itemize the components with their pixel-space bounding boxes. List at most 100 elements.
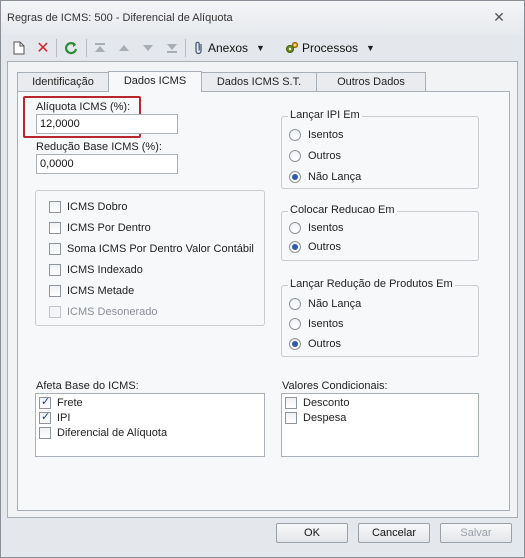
icms-dobro-label: ICMS Dobro [67,201,128,213]
radio-button[interactable] [289,318,301,330]
processos-label: Processos [302,41,359,55]
icms-dobro-checkbox[interactable] [49,201,61,213]
icms-indexado-label: ICMS Indexado [67,264,143,276]
icms-por-dentro-checkbox-row[interactable]: ICMS Por Dentro [49,222,151,234]
frete-label: Frete [57,397,83,409]
tab-dados-icms-st[interactable]: Dados ICMS S.T. [201,72,317,92]
lancar-ipi-option-outros[interactable]: Outros [289,150,341,162]
anexos-label: Anexos [208,41,249,55]
window-title: Regras de ICMS: 500 - Diferencial de Alí… [7,12,233,24]
paperclip-icon [195,41,202,55]
lancar-ipi-title: Lançar IPI Em [288,109,362,121]
valores-item-desconto[interactable]: Desconto [285,397,349,409]
afeta-base-item-ipi[interactable]: IPI [39,410,71,424]
radio-button-selected[interactable] [289,241,301,253]
icms-metade-label: ICMS Metade [67,285,135,297]
icms-por-dentro-checkbox[interactable] [49,222,61,234]
lancar-reducao-option-isentos[interactable]: Isentos [289,318,343,330]
ipi-label: IPI [57,412,71,424]
gears-icon [286,41,299,53]
radio-button[interactable] [289,129,301,141]
toolbar: ✕ Anexos ▼ Processos ▼ [7,36,518,60]
lancar-ipi-option-isentos[interactable]: Isentos [289,129,343,141]
lancar-ipi-option-nao-lanca[interactable]: Não Lança [289,171,361,183]
radio-button-selected[interactable] [289,338,301,350]
aliquota-label: Alíquota ICMS (%): [36,101,131,113]
valores-condicionais-title: Valores Condicionais: [282,380,388,392]
delete-x-icon[interactable]: ✕ [35,38,51,58]
aliquota-icms-input[interactable] [36,114,178,134]
afeta-base-item-diferencial[interactable]: Diferencial de Alíquota [39,427,167,439]
frete-checkbox[interactable] [39,395,51,409]
valores-condicionais-list[interactable]: Desconto Despesa [281,393,479,457]
main-panel: Identificação Dados ICMS Dados ICMS S.T.… [7,61,518,518]
diferencial-label: Diferencial de Alíquota [57,427,168,439]
diferencial-checkbox[interactable] [39,427,51,439]
soma-icms-checkbox-row[interactable]: Soma ICMS Por Dentro Valor Contábil [49,243,254,255]
last-record-icon[interactable] [164,38,180,58]
tab-outros-dados[interactable]: Outros Dados [316,72,426,92]
valores-item-despesa[interactable]: Despesa [285,412,346,424]
icms-metade-checkbox-row[interactable]: ICMS Metade [49,285,134,297]
toolbar-separator [56,39,57,57]
lancar-reducao-option-nao-lanca[interactable]: Não Lança [289,298,361,310]
next-record-icon[interactable] [140,38,156,58]
ok-button[interactable]: OK [276,523,348,543]
icms-indexado-checkbox-row[interactable]: ICMS Indexado [49,264,143,276]
chevron-down-icon: ▼ [366,43,375,53]
afeta-base-item-frete[interactable]: Frete [39,395,83,409]
colocar-reducao-option-outros[interactable]: Outros [289,241,341,253]
radio-button[interactable] [289,298,301,310]
anexos-menu-button[interactable]: Anexos ▼ [193,38,277,58]
radio-button[interactable] [289,222,301,234]
option-label: Isentos [308,222,344,234]
toolbar-separator [185,39,186,57]
colocar-reducao-group: Colocar Reducao Em Isentos Outros [281,204,479,261]
icms-dobro-checkbox-row[interactable]: ICMS Dobro [49,201,128,213]
reducao-base-input[interactable] [36,154,178,174]
option-label: Isentos [308,129,344,141]
icms-indexado-checkbox[interactable] [49,264,61,276]
save-button: Salvar [440,523,512,543]
icms-desonerado-checkbox [49,306,61,318]
title-bar: Regras de ICMS: 500 - Diferencial de Alí… [1,1,524,35]
afeta-base-list[interactable]: Frete IPI Diferencial de Alíquota [35,393,265,457]
tab-dados-icms[interactable]: Dados ICMS [108,71,202,92]
processos-menu-button[interactable]: Processos ▼ [285,38,385,58]
dialog-window: Regras de ICMS: 500 - Diferencial de Alí… [0,0,525,558]
lancar-reducao-option-outros[interactable]: Outros [289,338,341,350]
reducao-base-label: Redução Base ICMS (%): [36,141,162,153]
icms-metade-checkbox[interactable] [49,285,61,297]
option-label: Outros [308,241,342,253]
radio-button[interactable] [289,150,301,162]
new-document-icon[interactable] [11,38,27,58]
lancar-reducao-produtos-title: Lançar Redução de Produtos Em [288,278,455,290]
cancel-button[interactable]: Cancelar [358,523,430,543]
lancar-reducao-produtos-group: Lançar Redução de Produtos Em Não Lança … [281,278,479,357]
despesa-label: Despesa [303,412,347,424]
tab-bar: Identificação Dados ICMS Dados ICMS S.T.… [17,71,426,92]
icms-desonerado-label: ICMS Desonerado [67,306,158,318]
previous-record-icon[interactable] [116,38,132,58]
tab-identificacao[interactable]: Identificação [17,72,109,92]
close-icon[interactable]: ✕ [492,10,506,24]
icms-options-group: ICMS Dobro ICMS Por Dentro Soma ICMS Por… [35,190,265,326]
first-record-icon[interactable] [92,38,108,58]
afeta-base-title: Afeta Base do ICMS: [36,380,139,392]
tab-page-dados-icms: Alíquota ICMS (%): Redução Base ICMS (%)… [17,91,510,511]
soma-icms-label: Soma ICMS Por Dentro Valor Contábil [67,243,254,255]
colocar-reducao-title: Colocar Reducao Em [288,204,397,216]
desconto-label: Desconto [303,397,350,409]
despesa-checkbox[interactable] [285,412,297,424]
colocar-reducao-option-isentos[interactable]: Isentos [289,222,343,234]
option-label: Não Lança [308,171,362,183]
ipi-checkbox[interactable] [39,410,51,424]
option-label: Outros [308,338,342,350]
chevron-down-icon: ▼ [256,43,265,53]
lancar-ipi-group: Lançar IPI Em Isentos Outros Não Lança [281,109,479,189]
option-label: Isentos [308,318,344,330]
desconto-checkbox[interactable] [285,397,297,409]
soma-icms-checkbox[interactable] [49,243,61,255]
refresh-icon[interactable] [62,38,80,58]
radio-button-selected[interactable] [289,171,301,183]
